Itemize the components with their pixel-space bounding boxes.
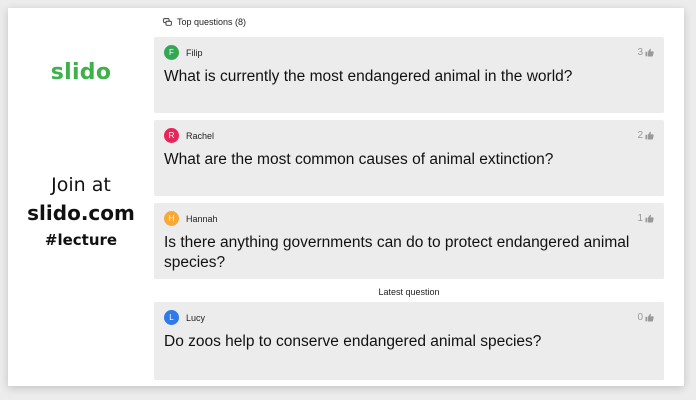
question-text: Is there anything governments can do to … — [164, 234, 630, 271]
question-author: Filip — [186, 47, 203, 58]
latest-question-card[interactable]: L Lucy 0 Do zoos help to conserve endang… — [154, 302, 664, 380]
top-questions-title: Top questions (8) — [177, 17, 247, 27]
thumbs-up-icon[interactable] — [645, 313, 654, 322]
like-count[interactable]: 1 — [637, 213, 654, 224]
top-questions-header: Top questions (8) — [163, 14, 246, 30]
like-count[interactable]: 2 — [637, 130, 654, 141]
question-author: Rachel — [186, 130, 215, 141]
avatar: F — [164, 45, 179, 60]
slido-frame: slido Join at slido.com #lecture Top que… — [8, 8, 684, 386]
like-count-value: 3 — [637, 47, 643, 58]
like-count-value: 1 — [637, 213, 643, 224]
like-count[interactable]: 0 — [637, 312, 654, 323]
question-card[interactable]: F Filip 3 What is currently the most end… — [154, 37, 664, 113]
slido-logo: slido — [50, 60, 112, 85]
avatar: R — [164, 128, 179, 143]
like-count[interactable]: 3 — [637, 47, 654, 58]
question-card[interactable]: H Hannah 1 Is there anything governments… — [154, 203, 664, 279]
like-count-value: 2 — [637, 130, 643, 141]
question-text: What are the most common causes of anima… — [164, 151, 554, 168]
latest-question-label: Latest question — [378, 287, 440, 297]
thumbs-up-icon[interactable] — [645, 214, 654, 223]
join-url: slido.com — [27, 201, 135, 225]
question-author: Hannah — [186, 213, 218, 224]
thumbs-up-icon[interactable] — [645, 131, 654, 140]
question-text: What is currently the most endangered an… — [164, 68, 573, 85]
like-count-value: 0 — [637, 312, 643, 323]
branding-panel: slido Join at slido.com #lecture — [8, 8, 154, 386]
question-card[interactable]: R Rachel 2 What are the most common caus… — [154, 120, 664, 196]
chat-bubbles-icon — [163, 17, 172, 26]
thumbs-up-icon[interactable] — [645, 48, 654, 57]
event-code: #lecture — [44, 231, 118, 249]
join-at-label: Join at — [51, 174, 111, 196]
avatar: H — [164, 211, 179, 226]
question-author: Lucy — [186, 312, 206, 323]
avatar: L — [164, 310, 179, 325]
join-instructions: Join at slido.com #lecture — [8, 172, 154, 252]
question-text: Do zoos help to conserve endangered anim… — [164, 333, 542, 350]
